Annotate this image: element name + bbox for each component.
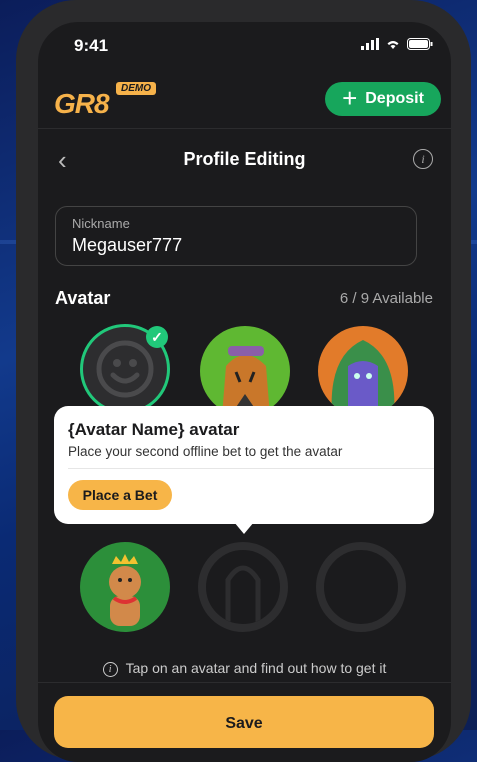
person-silhouette-icon	[225, 565, 261, 624]
avatar-hint: i Tap on an avatar and find out how to ge…	[38, 660, 451, 677]
avatar-locked-empty[interactable]	[316, 542, 406, 632]
signal-icon	[361, 38, 379, 50]
tooltip-description: Place your second offline bet to get the…	[68, 444, 343, 459]
avatar-gingerbread-king[interactable]	[80, 542, 170, 632]
avatar-tiger[interactable]	[200, 326, 290, 416]
place-bet-button[interactable]: Place a Bet	[68, 480, 172, 510]
save-button[interactable]: Save	[54, 696, 434, 748]
avatar-available-count: 6 / 9 Available	[339, 290, 433, 307]
phone-screen: 9:41 GR8 DEMO + Deposit ‹ Profile Editin…	[38, 22, 451, 762]
divider	[38, 682, 451, 683]
tooltip-arrow	[234, 522, 254, 534]
info-icon[interactable]: i	[413, 149, 433, 169]
green-hair-avatar-image	[331, 340, 395, 416]
wifi-icon	[387, 41, 399, 49]
battery-icon	[407, 38, 433, 50]
tiger-avatar-image	[222, 346, 270, 416]
avatar-green-hair-hero[interactable]	[318, 326, 408, 416]
deposit-label: Deposit	[365, 90, 424, 107]
tooltip-divider	[68, 468, 434, 469]
gingerbread-avatar-image	[109, 554, 141, 626]
page-title: Profile Editing	[183, 149, 306, 169]
plus-icon: +	[342, 82, 358, 113]
nickname-label: Nickname	[72, 216, 130, 231]
nav-bar: ‹ Profile Editing i	[38, 128, 451, 191]
avatar-tooltip: {Avatar Name} avatar Place your second o…	[54, 406, 434, 524]
info-icon: i	[102, 662, 118, 677]
avatar-section-title: Avatar	[55, 288, 111, 308]
selected-check-icon: ✓	[146, 326, 168, 348]
nickname-value[interactable]: Megauser777	[72, 235, 182, 256]
app-logo: GR8	[54, 88, 110, 119]
hint-text: Tap on an avatar and find out how to get…	[125, 660, 387, 676]
status-icons	[361, 38, 433, 50]
nickname-field[interactable]: Nickname Megauser777	[55, 206, 417, 266]
top-bar: GR8 DEMO + Deposit	[38, 78, 451, 128]
status-time: 9:41	[74, 36, 109, 55]
avatar-locked-person[interactable]	[198, 542, 288, 632]
status-bar: 9:41	[38, 22, 451, 78]
demo-badge: DEMO	[116, 82, 156, 95]
deposit-button[interactable]: + Deposit	[325, 82, 441, 116]
tooltip-title: {Avatar Name} avatar	[68, 420, 240, 439]
